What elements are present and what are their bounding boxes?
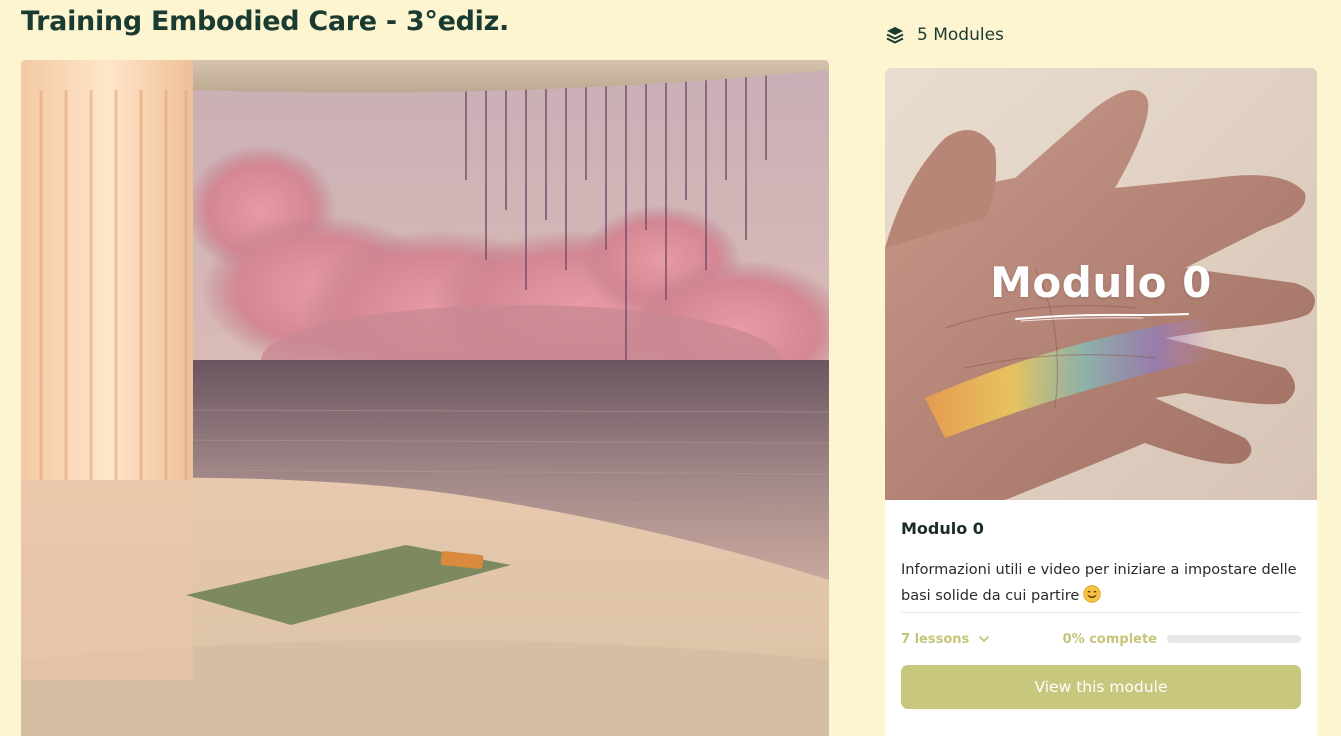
course-page: Training Embodied Care - 3°ediz. 5 Modul…	[0, 0, 1341, 736]
module-name: Modulo 0	[901, 519, 984, 538]
view-module-button[interactable]: View this module	[901, 665, 1301, 709]
course-title: Training Embodied Care - 3°ediz.	[21, 6, 509, 37]
module-thumbnail-title: Modulo 0	[990, 258, 1212, 307]
module-meta-row: 7 lessons 0% complete	[901, 613, 1301, 665]
module-progress: 0% complete	[1063, 632, 1301, 647]
chevron-down-icon	[979, 636, 990, 642]
progress-label: 0% complete	[1062, 631, 1157, 647]
module-description: Informazioni utili e video per iniziare …	[901, 557, 1301, 609]
modules-count-label: 5 Modules	[917, 25, 1004, 45]
module-card: Modulo 0 Modulo 0 Informazioni utili e v…	[885, 68, 1317, 736]
modules-count: 5 Modules	[885, 25, 1004, 45]
progress-bar	[1167, 635, 1301, 643]
underline-decoration	[1015, 313, 1189, 322]
lessons-toggle[interactable]: 7 lessons	[901, 632, 991, 647]
course-hero-image	[21, 60, 829, 736]
layers-icon	[886, 27, 904, 44]
lessons-count: 7 lessons	[901, 631, 970, 647]
smiling-face-icon	[1083, 585, 1102, 603]
module-thumbnail[interactable]: Modulo 0	[885, 68, 1317, 500]
